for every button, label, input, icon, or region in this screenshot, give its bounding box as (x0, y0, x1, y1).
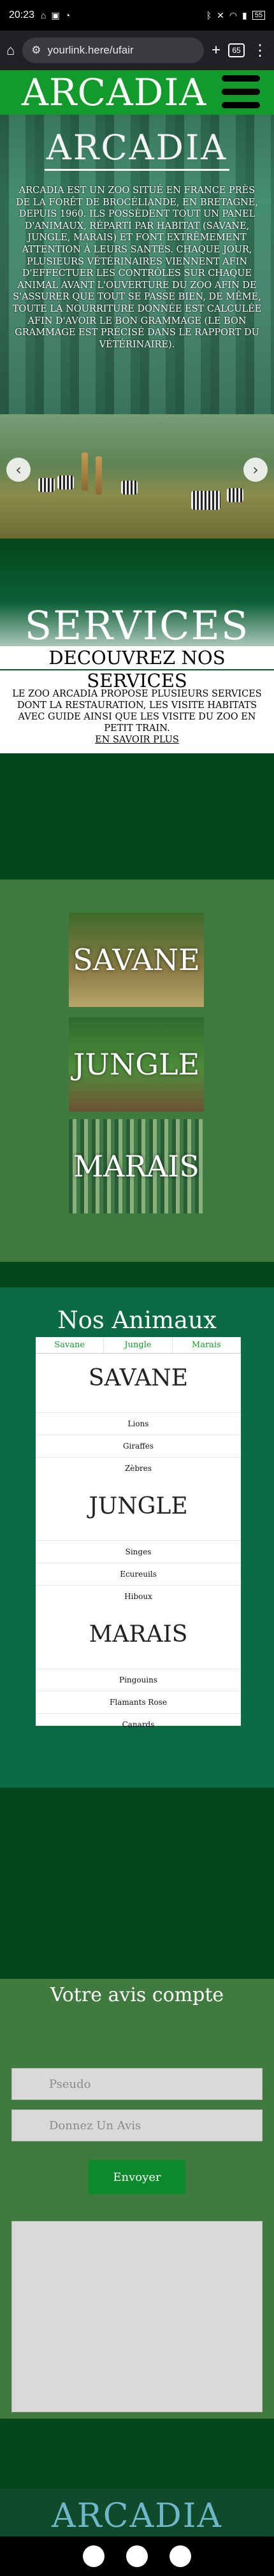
hero-description: ARCADIA EST UN ZOO SITUÉ EN FRANCE PRÈS … (12, 185, 262, 350)
bluetooth-icon: ᛒ (206, 10, 212, 20)
url-bar[interactable]: ⚙ yourlink.here/ufair (22, 38, 204, 63)
wifi-icon: ◠ (229, 10, 238, 20)
footer-logo[interactable]: ARCADIA (52, 2497, 222, 2535)
carousel-prev-button[interactable]: ‹ (6, 458, 31, 482)
site-footer: ARCADIA (0, 2489, 274, 2543)
url-text: yourlink.here/ufair (47, 44, 134, 56)
dark-band (0, 753, 274, 879)
battery-icon: 55 (252, 11, 265, 20)
home-icon[interactable]: ⌂ (6, 42, 15, 59)
services-description: LE ZOO ARCADIA PROPOSE PLUSIEURS SERVICE… (12, 689, 262, 734)
system-nav-bar (0, 2536, 274, 2576)
list-item[interactable]: Pingouins (36, 1668, 241, 1691)
animals-list-card: Savane Jungle Marais SAVANE Lions Giraff… (36, 1337, 241, 1729)
dark-band (0, 1788, 274, 1979)
site-settings-icon[interactable]: ⚙ (31, 44, 41, 57)
tab-marais[interactable]: Marais (173, 1337, 241, 1353)
habitat-label: JUNGLE (73, 1047, 200, 1082)
group-heading: MARAIS (89, 1621, 188, 1647)
send-button[interactable]: Envoyer (89, 2160, 185, 2194)
hamburger-menu-icon[interactable] (222, 75, 260, 108)
status-right-icons: ᛒ ✕ ◠ ▮ 55 (206, 10, 265, 21)
services-text-block: LE ZOO ARCADIA PROPOSE PLUSIEURS SERVICE… (0, 688, 274, 745)
site-logo[interactable]: ARCADIA (22, 71, 206, 114)
list-item[interactable]: Canards (36, 1713, 241, 1735)
carousel-image (0, 414, 274, 539)
list-item[interactable]: Lions (36, 1412, 241, 1435)
mute-icon: ✕ (217, 10, 224, 20)
carousel-next-button[interactable]: › (243, 458, 268, 482)
services-subtitle: DECOUVREZ NOS SERVICES (0, 646, 274, 691)
animals-section: Nos Animaux Savane Jungle Marais SAVANE … (0, 1287, 274, 1788)
list-item[interactable]: Ecureuils (36, 1563, 241, 1585)
status-bar: 20:23 ⌂ ▣ ◔ ᛒ ✕ ◠ ▮ 55 (0, 0, 274, 31)
habitat-card-jungle[interactable]: JUNGLE (69, 1017, 204, 1111)
browser-toolbar: ⌂ ⚙ yourlink.here/ufair + 65 ⋮ (0, 31, 274, 70)
list-item[interactable]: Singes (36, 1540, 241, 1563)
services-more-link[interactable]: EN SAVOIR PLUS (95, 735, 179, 745)
group-heading: SAVANE (88, 1365, 189, 1391)
status-time: 20:23 (9, 10, 35, 20)
tab-jungle[interactable]: Jungle (104, 1337, 173, 1353)
chat-icon: ◔ (64, 10, 71, 20)
hero-section: ARCADIA ARCADIA EST UN ZOO SITUÉ EN FRAN… (0, 115, 274, 539)
tab-savane[interactable]: Savane (36, 1337, 105, 1353)
list-item[interactable]: Giraffes (36, 1435, 241, 1457)
dark-band (0, 2419, 274, 2489)
pseudo-field[interactable]: Pseudo (11, 2068, 263, 2100)
review-title: Votre avis compte (50, 1984, 224, 2006)
nav-back-button[interactable] (83, 2545, 105, 2567)
divider (0, 539, 274, 602)
home-small-icon: ⌂ (41, 10, 47, 20)
habitat-card-savane[interactable]: SAVANE (69, 913, 204, 1007)
review-section: Votre avis compte Pseudo Donnez Un Avis … (0, 1979, 274, 2419)
dark-band (0, 1262, 274, 1287)
habitat-card-marais[interactable]: MARAIS (69, 1119, 204, 1213)
habitat-label: SAVANE (73, 943, 200, 977)
review-field[interactable]: Donnez Un Avis (11, 2109, 263, 2141)
nav-recents-button[interactable] (169, 2545, 191, 2567)
tab-switcher-button[interactable]: 65 (228, 43, 245, 57)
hero-title: ARCADIA (0, 127, 274, 171)
habitat-label: MARAIS (73, 1149, 199, 1183)
status-left-icons: ⌂ ▣ ◔ (41, 10, 70, 21)
group-heading: JUNGLE (89, 1493, 188, 1519)
animals-tabs: Savane Jungle Marais (36, 1337, 241, 1354)
list-item[interactable]: Flamants Rose (36, 1691, 241, 1713)
list-item[interactable]: Hiboux (36, 1585, 241, 1607)
review-textarea[interactable] (11, 2221, 263, 2412)
signal-icon: ▮ (242, 10, 247, 20)
image-icon: ▣ (51, 10, 60, 20)
nav-home-button[interactable] (126, 2545, 148, 2567)
more-menu-icon[interactable]: ⋮ (252, 41, 268, 60)
list-item[interactable]: Zèbres (36, 1457, 241, 1479)
site-header: ARCADIA (0, 70, 274, 115)
animals-title: Nos Animaux (57, 1306, 217, 1334)
services-title: SERVICES (24, 602, 250, 649)
new-tab-icon[interactable]: + (212, 41, 220, 59)
